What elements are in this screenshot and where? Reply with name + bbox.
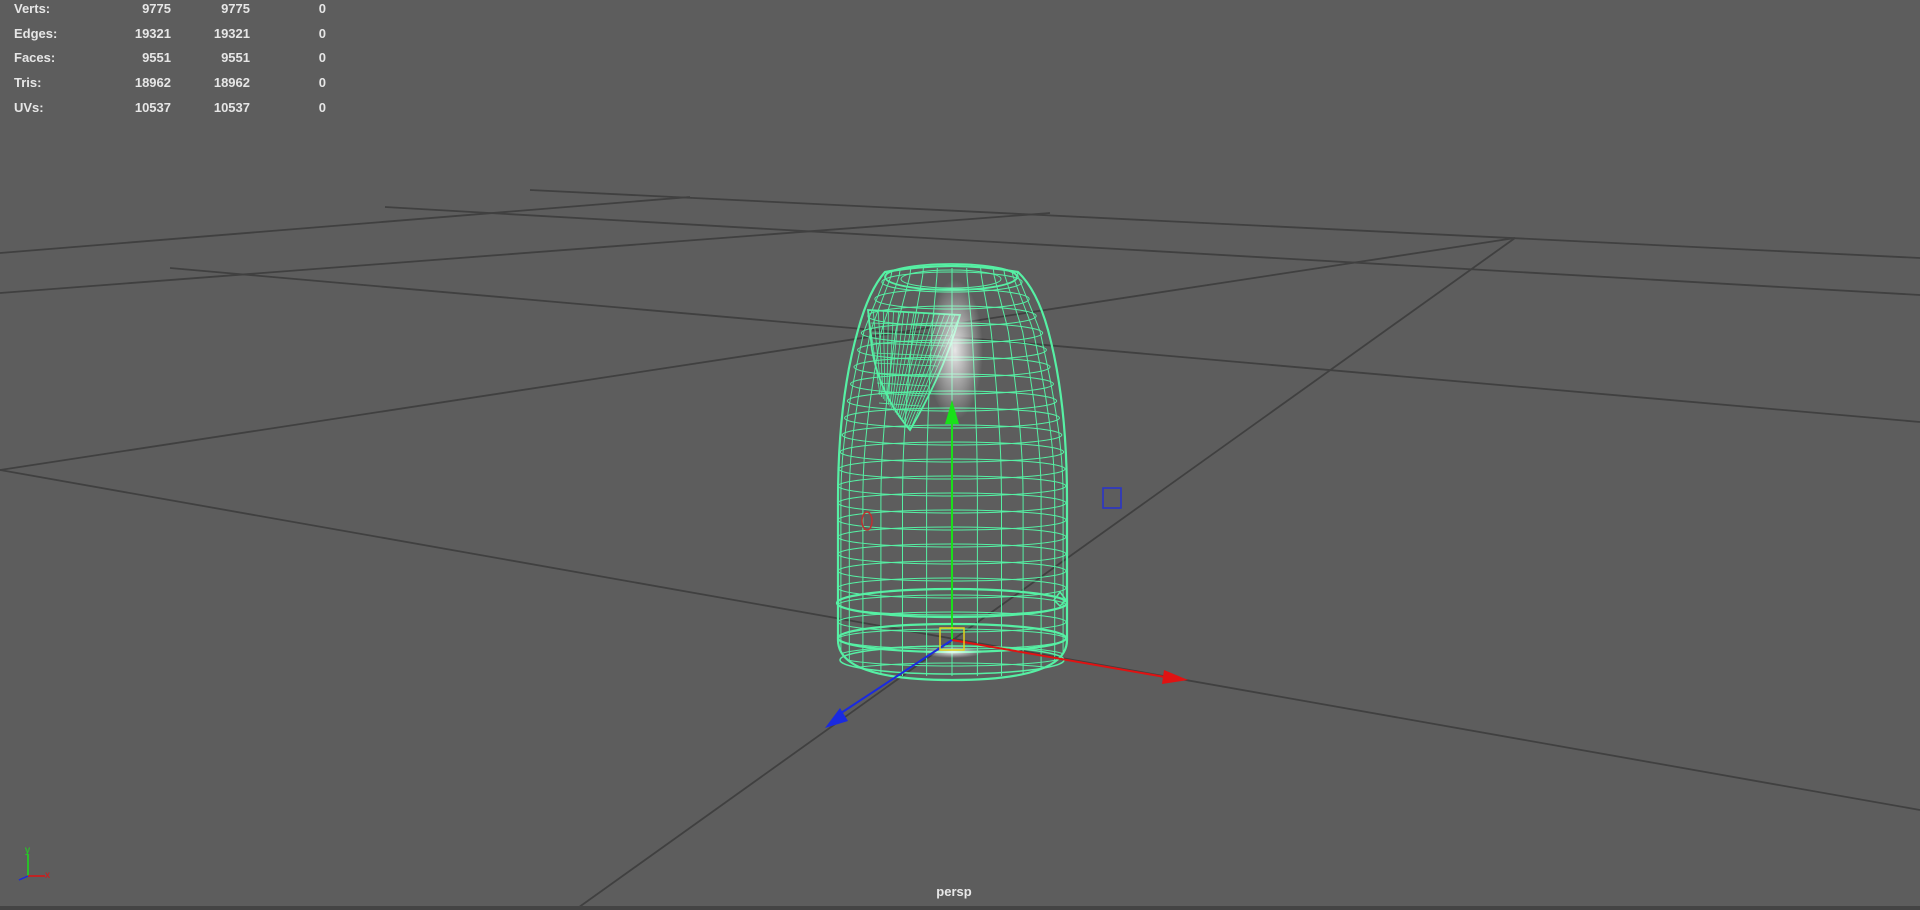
hud-label: Tris: xyxy=(14,75,42,91)
viewport-3d[interactable] xyxy=(0,0,1920,910)
hud-value-object: 9551 xyxy=(142,50,171,66)
hud-label: Faces: xyxy=(14,50,56,66)
hud-label: Verts: xyxy=(14,1,51,16)
hud-value-object: 19321 xyxy=(134,25,171,41)
hud-value-object: 9775 xyxy=(142,1,171,16)
spout-wire xyxy=(878,402,921,407)
hud-value-selected: 9775 xyxy=(221,1,250,16)
viewport-bottom-border xyxy=(0,906,1920,910)
axis-indicator-icon: y x xyxy=(18,845,50,881)
x-axis-handle xyxy=(951,639,1166,678)
x-axis-arrow-icon xyxy=(1162,670,1188,684)
hud-row-verts: Verts: 9775 9775 0 xyxy=(14,1,326,26)
hud-row-edges: Edges: 19321 19321 0 xyxy=(14,25,326,51)
spout-wire xyxy=(894,312,915,413)
hud-value-component: 0 xyxy=(318,50,326,66)
hud-row-faces: Faces: 9551 9551 0 xyxy=(14,50,326,75)
hud-label: Edges: xyxy=(14,25,58,41)
hud-row-tris: Tris: 18962 18962 0 xyxy=(14,75,326,100)
camera-name-label: persp xyxy=(936,884,972,899)
hud-label: UVs: xyxy=(14,99,44,115)
axis-x-label: x xyxy=(45,870,50,881)
hud-value-selected: 10537 xyxy=(213,99,250,115)
hud-value-selected: 18962 xyxy=(213,75,250,91)
z-scale-handle-icon xyxy=(1102,487,1122,509)
hud-value-component: 0 xyxy=(318,25,326,41)
poly-count-hud: Verts: 9775 9775 0 Edges: 19321 19321 0 … xyxy=(14,1,326,125)
x-scale-handle-icon xyxy=(861,511,873,531)
hud-value-component: 0 xyxy=(318,1,326,16)
axis-y-label: y xyxy=(25,845,30,856)
hud-value-selected: 19321 xyxy=(213,25,250,41)
hud-value-component: 0 xyxy=(318,75,326,91)
specular-highlight xyxy=(927,280,983,420)
hud-value-object: 10537 xyxy=(134,99,171,115)
hud-value-selected: 9551 xyxy=(221,50,250,66)
hud-row-uvs: UVs: 10537 10537 0 xyxy=(14,99,326,125)
hud-value-object: 18962 xyxy=(134,75,171,91)
translate-manipulator-icon[interactable] xyxy=(825,400,1188,728)
hud-value-component: 0 xyxy=(318,99,326,115)
